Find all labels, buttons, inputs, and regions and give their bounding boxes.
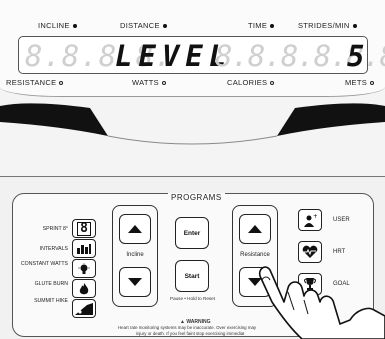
enter-button[interactable]: Enter	[175, 217, 209, 249]
indicator-led-on	[72, 24, 77, 29]
lightbulb-icon	[78, 262, 90, 274]
warning-line-2: injury or death. If you feel faint stop …	[136, 331, 245, 336]
resistance-indicator-label: RESISTANCE	[6, 78, 57, 87]
display-value: 5	[347, 39, 366, 73]
watts-indicator-label: WATTS	[132, 78, 159, 87]
start-button[interactable]: Start	[175, 260, 209, 292]
intervals-icon	[77, 243, 91, 254]
incline-up-button[interactable]	[119, 214, 151, 244]
incline-down-button[interactable]	[119, 267, 151, 297]
program-label-sprint: SPRINT 8°	[42, 226, 68, 232]
console-edge	[107, 135, 278, 145]
incline-label: Incline	[126, 252, 144, 258]
incline-indicator: INCLINE	[38, 21, 77, 30]
hrt-button[interactable]	[298, 241, 322, 263]
flame-icon	[79, 282, 89, 294]
arrow-up-icon	[248, 225, 262, 233]
arrow-up-icon	[128, 225, 142, 233]
program-label-intervals: INTERVALS	[39, 246, 68, 252]
display-console: INCLINE DISTANCE TIME STRIDES/MIN 8.8.8.…	[0, 0, 385, 97]
svg-text:+: +	[313, 213, 317, 220]
strides-indicator: STRIDES/MIN	[298, 21, 357, 30]
calories-indicator-label: CALORIES	[227, 78, 268, 87]
programs-title: PROGRAMS	[168, 193, 225, 202]
console-panel: INCLINE DISTANCE TIME STRIDES/MIN 8.8.8.…	[0, 0, 385, 339]
user-button[interactable]: +	[298, 209, 322, 231]
intervals-button[interactable]	[72, 239, 96, 258]
indicator-led-off	[370, 81, 375, 86]
hrt-label: HRT	[333, 249, 346, 255]
resistance-label: Resistance	[240, 252, 270, 258]
indicator-led-off	[59, 81, 64, 86]
resistance-up-button[interactable]	[239, 214, 271, 244]
watts-indicator: WATTS	[132, 78, 166, 87]
constant-watts-button[interactable]	[72, 259, 96, 278]
program-label-constant-watts: CONSTANT WATTS	[20, 261, 68, 267]
right-handle	[277, 103, 385, 136]
arrow-down-icon	[128, 278, 142, 286]
user-icon: +	[304, 213, 317, 227]
user-label: USER	[333, 217, 350, 223]
program-label-summit-hike: SUMMIT HIKE	[34, 298, 68, 304]
heart-icon	[302, 245, 318, 258]
indicator-led-off	[161, 81, 166, 86]
indicator-led-off	[270, 81, 275, 86]
sprint8-button[interactable]: 8	[72, 219, 96, 238]
indicator-led-on	[270, 24, 275, 29]
calories-indicator: CALORIES	[227, 78, 275, 87]
mets-indicator-label: METS	[345, 78, 368, 87]
handlebar-area	[0, 103, 385, 145]
distance-indicator: DISTANCE	[120, 21, 167, 30]
left-handle	[0, 103, 108, 136]
sprint8-icon: 8	[77, 221, 91, 236]
glute-burn-button[interactable]	[72, 279, 96, 298]
pause-hint: Pause • Hold to Reset	[170, 296, 216, 301]
strides-indicator-label: STRIDES/MIN	[298, 21, 350, 30]
summit-hike-button[interactable]	[72, 299, 96, 318]
time-indicator-label: TIME	[248, 21, 268, 30]
warning-line-1: Heart rate monitoring systems may be ina…	[118, 325, 257, 330]
time-indicator: TIME	[248, 21, 275, 30]
indicator-led-on	[162, 24, 167, 29]
program-label-glute-burn: GLUTE BURN	[34, 281, 68, 287]
incline-indicator-label: INCLINE	[38, 21, 70, 30]
mountain-icon	[75, 302, 93, 315]
mets-indicator: METS	[345, 78, 375, 87]
distance-indicator-label: DISTANCE	[120, 21, 160, 30]
resistance-indicator: RESISTANCE	[6, 78, 64, 87]
hand-illustration	[258, 266, 385, 339]
segment-display: 8.8.8.8. LEVEL 8.8.8.8.8.8. 5	[18, 36, 385, 74]
indicator-led-on	[352, 24, 357, 29]
